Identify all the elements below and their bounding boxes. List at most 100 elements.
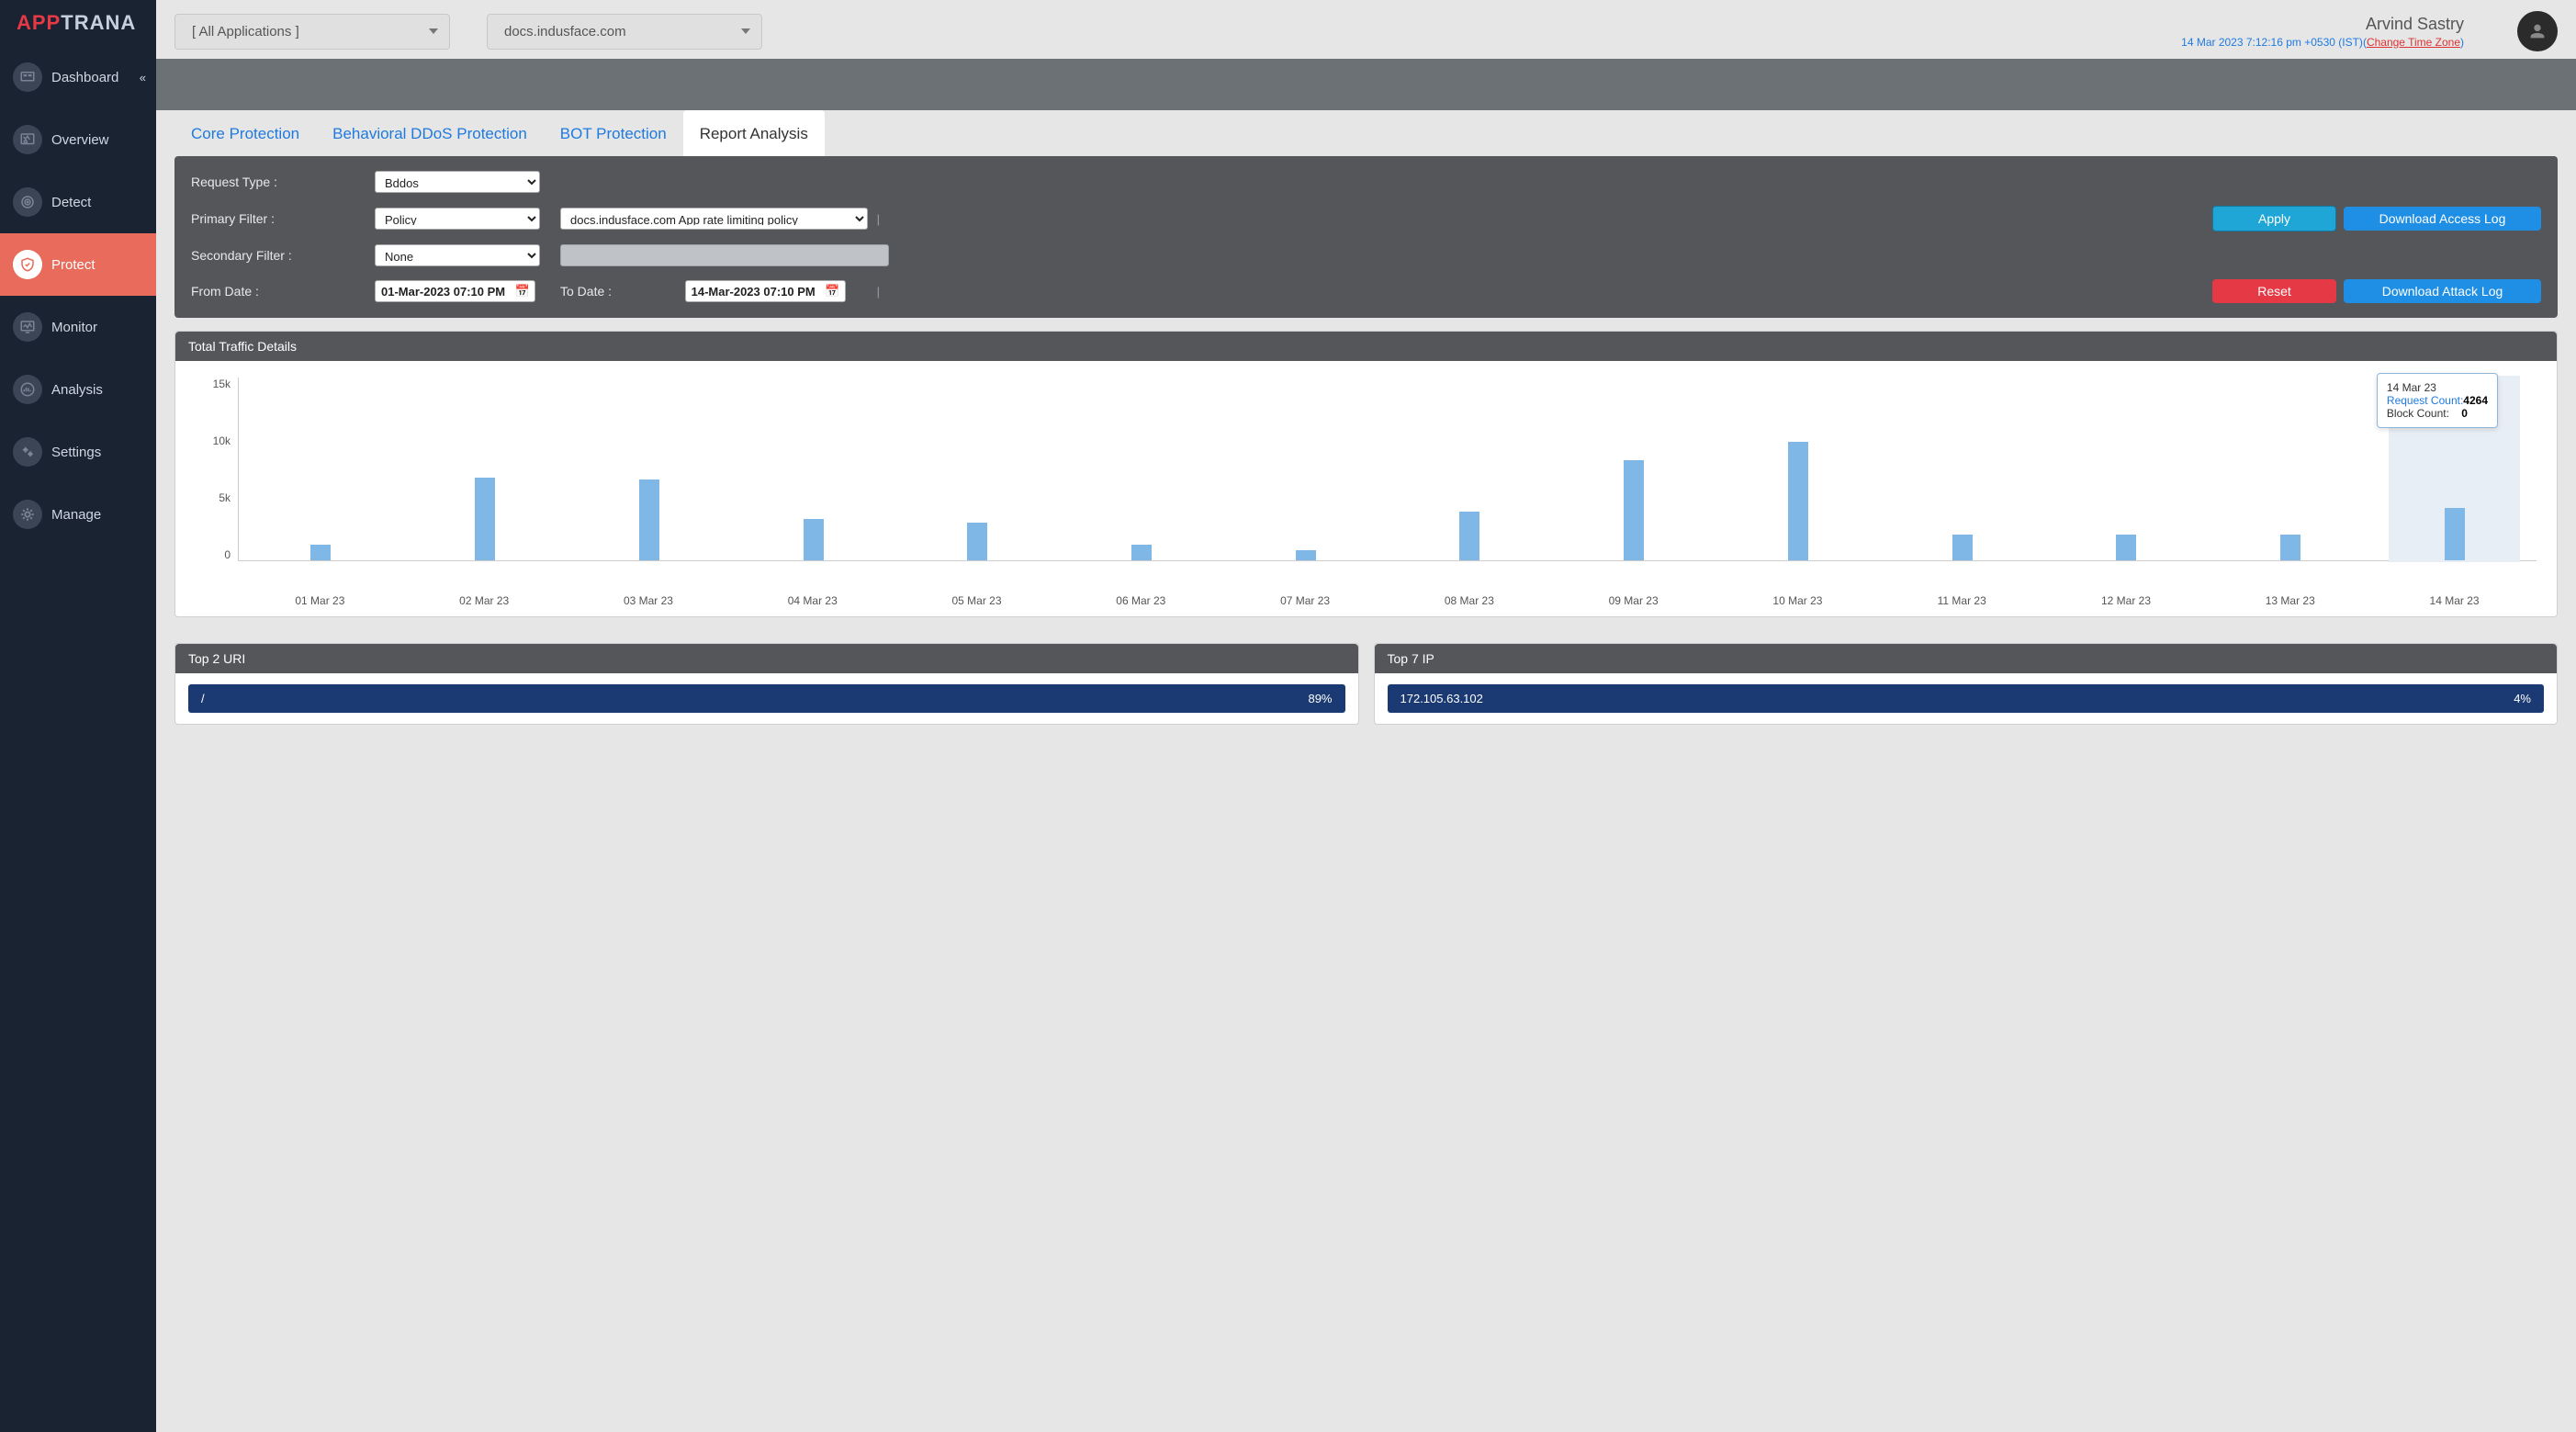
sidebar-item-label: Settings	[51, 445, 101, 460]
apply-button[interactable]: Apply	[2212, 206, 2336, 231]
sidebar-item-dashboard[interactable]: Dashboard «	[0, 46, 156, 108]
x-tick: 10 Mar 23	[1715, 589, 1880, 607]
brand-part2: TRANA	[61, 11, 136, 34]
x-tick: 06 Mar 23	[1059, 589, 1223, 607]
request-type-select[interactable]: Bddos	[375, 171, 540, 193]
brand-part1: APP	[17, 11, 61, 34]
x-tick: 05 Mar 23	[894, 589, 1059, 607]
row-label: /	[201, 692, 205, 705]
username: Arvind Sastry	[2181, 15, 2464, 34]
grey-band	[156, 59, 2576, 112]
top-uri-title: Top 2 URI	[175, 644, 1358, 673]
avatar[interactable]	[2517, 11, 2558, 51]
bar-slot[interactable]	[1715, 378, 1880, 560]
bar	[310, 545, 331, 560]
tooltip-req-value: 4264	[2463, 394, 2488, 407]
y-tick: 15k	[213, 378, 231, 390]
top-ip-row[interactable]: 172.105.63.1024%	[1388, 684, 2545, 713]
bar-slot[interactable]	[895, 378, 1060, 560]
bar-slot[interactable]	[567, 378, 731, 560]
bar	[1459, 512, 1479, 560]
bar-slot[interactable]	[1880, 378, 2044, 560]
change-timezone-link[interactable]: Change Time Zone	[2367, 36, 2460, 49]
sidebar-item-overview[interactable]: Overview	[0, 108, 156, 171]
x-tick: 13 Mar 23	[2208, 589, 2372, 607]
x-tick: 02 Mar 23	[402, 589, 567, 607]
bar	[639, 479, 659, 560]
bar-slot[interactable]	[731, 378, 895, 560]
secondary-filter-label: Secondary Filter :	[191, 248, 375, 263]
sidebar-item-protect[interactable]: Protect	[0, 233, 156, 296]
x-tick: 04 Mar 23	[730, 589, 894, 607]
analysis-icon	[13, 375, 42, 404]
tooltip-date: 14 Mar 23	[2387, 381, 2488, 394]
sidebar-item-manage[interactable]: Manage	[0, 483, 156, 546]
filter-divider: |	[868, 285, 889, 299]
overview-icon	[13, 125, 42, 154]
top-uri-card: Top 2 URI / 89%	[174, 643, 1359, 725]
tab-core-protection[interactable]: Core Protection	[174, 110, 316, 156]
user-icon	[2527, 21, 2548, 41]
tooltip-block-value: 0	[2461, 407, 2468, 420]
bar	[2116, 535, 2136, 560]
bar-slot[interactable]	[1060, 378, 1224, 560]
primary-filter-app-select[interactable]: docs.indusface.com App rate limiting pol…	[560, 208, 868, 230]
x-tick: 07 Mar 23	[1223, 589, 1388, 607]
timestamp-row: 14 Mar 2023 7:12:16 pm +0530 (IST)(Chang…	[2181, 36, 2464, 49]
y-tick: 10k	[213, 434, 231, 447]
bar-slot[interactable]	[1223, 378, 1388, 560]
from-date-label: From Date :	[191, 284, 375, 299]
bar-slot[interactable]	[403, 378, 568, 560]
secondary-filter-value-input	[560, 244, 889, 266]
sidebar-item-label: Detect	[51, 195, 91, 210]
x-tick: 09 Mar 23	[1551, 589, 1715, 607]
sidebar-item-label: Overview	[51, 132, 109, 148]
tooltip-req-label: Request Count:	[2387, 394, 2463, 407]
secondary-filter-select[interactable]: None	[375, 244, 540, 266]
row-label: 172.105.63.102	[1400, 692, 1483, 705]
top-ip-card: Top 7 IP 172.105.63.1024%	[1374, 643, 2559, 725]
row-value: 89%	[1308, 692, 1332, 705]
download-attack-log-button[interactable]: Download Attack Log	[2344, 279, 2541, 303]
sidebar-item-monitor[interactable]: Monitor	[0, 296, 156, 358]
bar	[967, 523, 987, 560]
top-uri-row[interactable]: / 89%	[188, 684, 1345, 713]
tab-bot-protection[interactable]: BOT Protection	[544, 110, 683, 156]
sidebar-item-analysis[interactable]: Analysis	[0, 358, 156, 421]
download-access-log-button[interactable]: Download Access Log	[2344, 207, 2541, 231]
settings-icon	[13, 437, 42, 467]
tab-behavioral-ddos-protection[interactable]: Behavioral DDoS Protection	[316, 110, 544, 156]
primary-filter-label: Primary Filter :	[191, 211, 375, 226]
to-date-input[interactable]	[685, 280, 846, 302]
x-tick: 11 Mar 23	[1880, 589, 2044, 607]
bar-slot[interactable]	[2209, 378, 2373, 560]
tab-report-analysis[interactable]: Report Analysis	[683, 110, 825, 156]
domain-selector[interactable]: docs.indusface.com	[487, 14, 762, 50]
sidebar-item-settings[interactable]: Settings	[0, 421, 156, 483]
topbar: [ All Applications ] docs.indusface.com …	[156, 0, 2576, 59]
sidebar-item-label: Dashboard	[51, 70, 118, 85]
bar	[1624, 460, 1644, 560]
from-date-input[interactable]	[375, 280, 535, 302]
app-selector[interactable]: [ All Applications ]	[174, 14, 450, 50]
sidebar-item-detect[interactable]: Detect	[0, 171, 156, 233]
protect-icon	[13, 250, 42, 279]
y-tick: 5k	[219, 491, 231, 504]
bar-slot[interactable]	[2044, 378, 2209, 560]
bar	[2445, 508, 2465, 560]
bar-slot[interactable]	[239, 378, 403, 560]
collapse-icon: «	[140, 71, 143, 85]
sidebar-item-label: Protect	[51, 257, 96, 273]
bar	[2280, 535, 2300, 560]
reset-button[interactable]: Reset	[2212, 279, 2336, 303]
primary-filter-select[interactable]: Policy	[375, 208, 540, 230]
x-tick: 03 Mar 23	[567, 589, 731, 607]
sidebar-item-label: Monitor	[51, 320, 97, 335]
timestamp: 14 Mar 2023 7:12:16 pm +0530 (IST)	[2181, 36, 2363, 49]
traffic-bar-chart[interactable]: 15k10k5k0 14 Mar 23 Request Count:4264 B…	[196, 378, 2537, 589]
bar	[1296, 550, 1316, 560]
bar-slot[interactable]	[1388, 378, 1552, 560]
sidebar-item-label: Manage	[51, 507, 101, 523]
x-tick: 14 Mar 23	[2372, 589, 2537, 607]
bar-slot[interactable]	[1552, 378, 1716, 560]
